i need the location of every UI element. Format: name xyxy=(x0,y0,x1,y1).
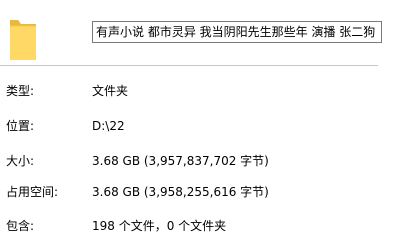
size-row: 大小: 3.68 GB (3,957,837,702 字节) xyxy=(0,152,396,170)
size-label: 大小: xyxy=(6,154,35,168)
type-value: 文件夹 xyxy=(92,84,129,98)
contains-row: 包含: 198 个文件，0 个文件夹 xyxy=(0,217,396,235)
folder-icon xyxy=(8,16,38,62)
type-row: 类型: 文件夹 xyxy=(0,82,396,100)
location-row: 位置: D:\22 xyxy=(0,117,396,135)
contains-value: 198 个文件，0 个文件夹 xyxy=(92,219,227,233)
size-on-disk-row: 占用空间: 3.68 GB (3,958,255,616 字节) xyxy=(0,183,396,201)
location-value: D:\22 xyxy=(92,119,125,133)
divider xyxy=(0,65,378,66)
type-label: 类型: xyxy=(6,84,35,98)
contains-label: 包含: xyxy=(6,219,35,233)
folder-name-input[interactable]: 有声小说 都市灵异 我当阴阳先生那些年 演播 张二狗 xyxy=(92,21,382,43)
size-on-disk-label: 占用空间: xyxy=(6,185,59,199)
location-label: 位置: xyxy=(6,119,35,133)
size-on-disk-value: 3.68 GB (3,958,255,616 字节) xyxy=(92,185,269,199)
size-value: 3.68 GB (3,957,837,702 字节) xyxy=(92,154,269,168)
